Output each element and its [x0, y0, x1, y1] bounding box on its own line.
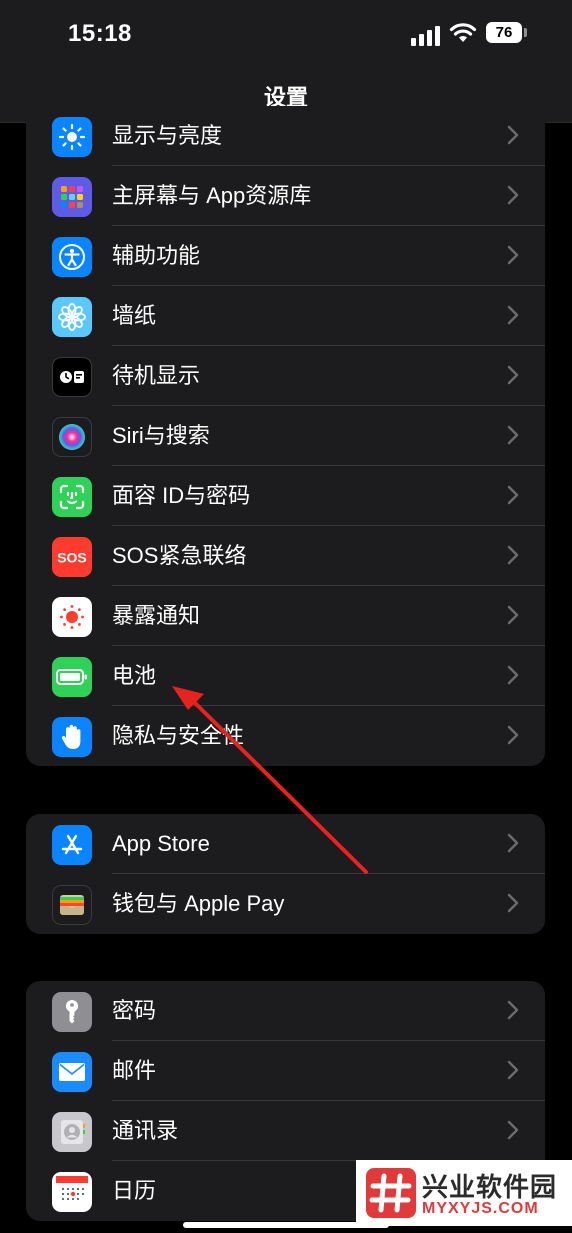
svg-text:SOS: SOS [57, 550, 87, 566]
battery-icon [52, 657, 92, 697]
sun-icon [52, 117, 92, 157]
chevron-right-icon [507, 185, 519, 205]
settings-row-label: 待机显示 [112, 363, 201, 388]
watermark: 兴业软件园 MYXYJS.COM [356, 1160, 572, 1226]
settings-row-label: 主屏幕与 App资源库 [112, 183, 312, 208]
wifi-icon [449, 23, 477, 42]
mail-icon [52, 1052, 92, 1092]
sos-icon: SOS [52, 537, 92, 577]
chevron-right-icon [507, 125, 519, 145]
settings-row-label: 电池 [112, 663, 157, 688]
siri-icon [52, 417, 92, 457]
hand-icon [52, 717, 92, 757]
settings-row-label: 日历 [112, 1178, 157, 1203]
settings-row-passwords[interactable]: 密码 [26, 981, 545, 1041]
settings-row-label: 墙纸 [112, 303, 157, 328]
settings-row-face-id[interactable]: 面容 ID与密码 [26, 466, 545, 526]
chevron-right-icon [507, 545, 519, 565]
settings-group-general: 显示与亮度 主屏幕与 App资源库 辅助功能 墙纸 待机显示 Siri与搜索 面… [26, 106, 545, 766]
exposure-icon [52, 597, 92, 637]
status-time: 15:18 [68, 20, 132, 47]
settings-row-label: 隐私与安全性 [112, 723, 245, 748]
cellular-signal-icon [411, 24, 441, 46]
chevron-right-icon [507, 605, 519, 625]
settings-row-privacy[interactable]: 隐私与安全性 [26, 706, 545, 766]
status-bar: 15:18 76 [0, 0, 572, 70]
settings-row-battery[interactable]: 电池 [26, 646, 545, 706]
watermark-name: 兴业软件园 [422, 1172, 558, 1202]
settings-row-app-store[interactable]: App Store [26, 814, 545, 874]
battery-level: 76 [486, 22, 527, 43]
settings-row-label: 暴露通知 [112, 603, 201, 628]
settings-row-wallet[interactable]: 钱包与 Apple Pay [26, 874, 545, 934]
settings-row-label: 面容 ID与密码 [112, 483, 251, 508]
settings-row-label: 辅助功能 [112, 243, 201, 268]
watermark-url: MYXYJS.COM [422, 1200, 539, 1217]
face-id-icon [52, 477, 92, 517]
chevron-right-icon [507, 485, 519, 505]
chevron-right-icon [507, 305, 519, 325]
chevron-right-icon [507, 833, 519, 853]
chevron-right-icon [507, 665, 519, 685]
settings-row-sos[interactable]: SOS SOS紧急联络 [26, 526, 545, 586]
contacts-icon [52, 1112, 92, 1152]
chevron-right-icon [507, 1060, 519, 1080]
settings-row-display[interactable]: 显示与亮度 [26, 106, 545, 166]
app-store-icon [52, 825, 92, 865]
calendar-icon [52, 1172, 92, 1212]
wallet-icon [52, 885, 92, 925]
settings-row-label: SOS紧急联络 [112, 543, 247, 568]
settings-row-siri[interactable]: Siri与搜索 [26, 406, 545, 466]
settings-row-label: 密码 [112, 998, 157, 1023]
chevron-right-icon [507, 425, 519, 445]
settings-row-contacts[interactable]: 通讯录 [26, 1101, 545, 1161]
settings-group-store: App Store 钱包与 Apple Pay [26, 814, 545, 934]
standby-icon [52, 357, 92, 397]
chevron-right-icon [507, 1000, 519, 1020]
chevron-right-icon [507, 893, 519, 913]
settings-row-home-screen[interactable]: 主屏幕与 App资源库 [26, 166, 545, 226]
watermark-logo [366, 1168, 416, 1218]
settings-row-label: 显示与亮度 [112, 123, 223, 148]
settings-row-accessibility[interactable]: 辅助功能 [26, 226, 545, 286]
chevron-right-icon [507, 365, 519, 385]
settings-row-label: App Store [112, 831, 210, 856]
chevron-right-icon [507, 1120, 519, 1140]
settings-row-label: Siri与搜索 [112, 423, 210, 448]
key-icon [52, 992, 92, 1032]
settings-row-label: 通讯录 [112, 1118, 179, 1143]
app-grid-icon [52, 177, 92, 217]
settings-row-label: 邮件 [112, 1058, 157, 1083]
accessibility-icon [52, 237, 92, 277]
chevron-right-icon [507, 245, 519, 265]
settings-row-mail[interactable]: 邮件 [26, 1041, 545, 1101]
chevron-right-icon [507, 725, 519, 745]
settings-row-standby[interactable]: 待机显示 [26, 346, 545, 406]
settings-row-wallpaper[interactable]: 墙纸 [26, 286, 545, 346]
settings-row-exposure[interactable]: 暴露通知 [26, 586, 545, 646]
settings-row-label: 钱包与 Apple Pay [112, 891, 285, 916]
flower-icon [52, 297, 92, 337]
